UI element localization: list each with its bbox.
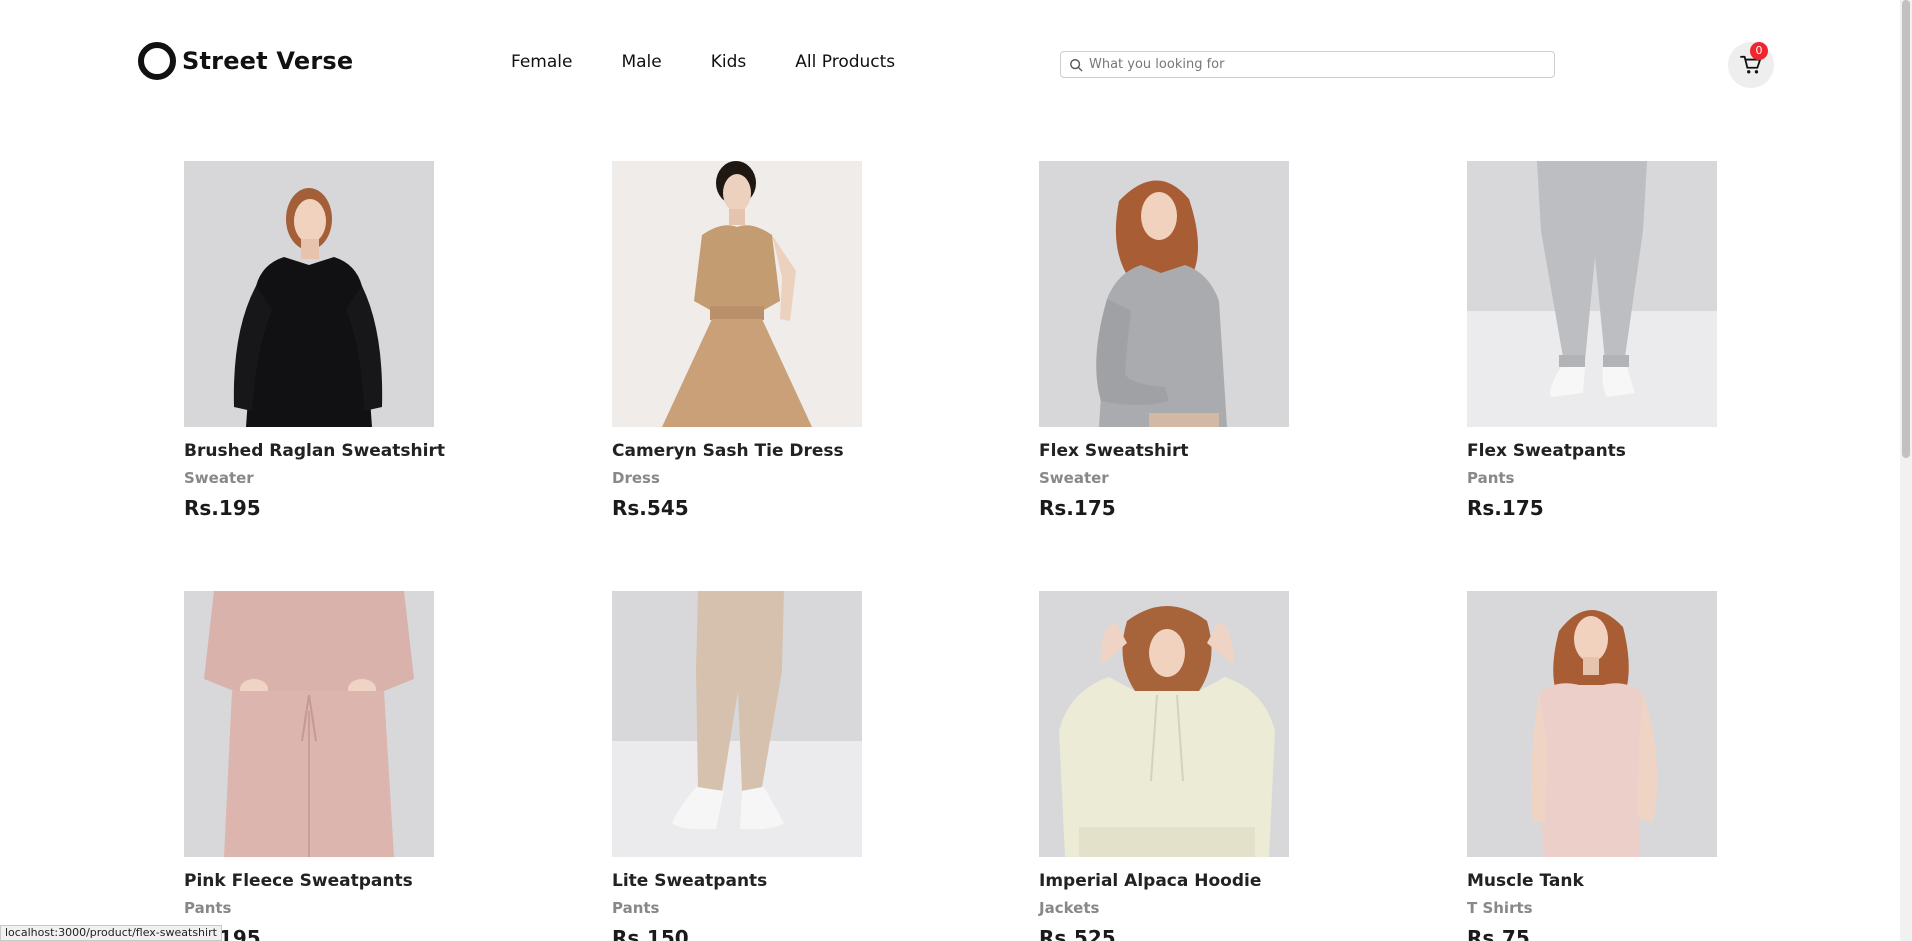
product-name[interactable]: Cameryn Sash Tie Dress [612, 441, 912, 461]
product-image[interactable] [1467, 591, 1717, 857]
site-header: Street Verse Female Male Kids All Produc… [0, 0, 1900, 130]
nav-all-products[interactable]: All Products [795, 52, 895, 72]
product-price: Rs.150 [612, 926, 689, 941]
product-category: Sweater [184, 469, 254, 487]
cart-count-badge: 0 [1750, 42, 1768, 60]
nav-female[interactable]: Female [511, 52, 572, 72]
brand-name: Street Verse [182, 47, 354, 75]
search-icon [1070, 58, 1083, 71]
product-image[interactable] [184, 161, 434, 427]
product-category: Sweater [1039, 469, 1109, 487]
product-image[interactable] [612, 591, 862, 857]
cart-button[interactable]: 0 [1728, 42, 1774, 88]
product-image[interactable] [184, 591, 434, 857]
page: Street Verse Female Male Kids All Produc… [0, 0, 1912, 941]
page-scrollbar[interactable] [1900, 0, 1912, 941]
pink-tank-image [1467, 591, 1717, 857]
product-image[interactable] [1039, 161, 1289, 427]
status-bar-url: localhost:3000/product/flex-sweatshirt [0, 925, 222, 941]
scrollbar-thumb[interactable] [1902, 0, 1910, 458]
product-image[interactable] [612, 161, 862, 427]
product-name[interactable]: Lite Sweatpants [612, 871, 912, 891]
product-card[interactable]: Brushed Raglan Sweatshirt Sweater Rs.195 [184, 161, 484, 520]
product-category: Pants [184, 899, 232, 917]
product-category: T Shirts [1467, 899, 1533, 917]
grey-sweatshirt-image [1039, 161, 1289, 427]
product-category: Jackets [1039, 899, 1100, 917]
product-category: Pants [612, 899, 660, 917]
brand-logo[interactable]: Street Verse [138, 42, 353, 80]
product-price: Rs.545 [612, 496, 689, 520]
product-price: Rs.175 [1039, 496, 1116, 520]
cream-hoodie-image [1039, 591, 1289, 857]
product-card[interactable]: Imperial Alpaca Hoodie Jackets Rs.525 [1039, 591, 1339, 941]
product-name[interactable]: Pink Fleece Sweatpants [184, 871, 484, 891]
product-card[interactable]: Muscle Tank T Shirts Rs.75 [1467, 591, 1767, 941]
grey-sweatpants-image [1467, 161, 1717, 427]
nav-kids[interactable]: Kids [711, 52, 747, 72]
product-price: Rs.195 [184, 496, 261, 520]
product-price: Rs.525 [1039, 926, 1116, 941]
product-image[interactable] [1467, 161, 1717, 427]
product-card[interactable]: Cameryn Sash Tie Dress Dress Rs.545 [612, 161, 912, 520]
product-name[interactable]: Flex Sweatpants [1467, 441, 1767, 461]
product-card[interactable]: Flex Sweatpants Pants Rs.175 [1467, 161, 1767, 520]
logo-ring-icon [138, 42, 176, 80]
main-nav: Female Male Kids All Products [511, 52, 944, 72]
product-price: Rs.175 [1467, 496, 1544, 520]
beige-sweatpants-image [612, 591, 862, 857]
product-card[interactable]: Lite Sweatpants Pants Rs.150 [612, 591, 912, 941]
pink-sweatpants-image [184, 591, 434, 857]
product-price: Rs.75 [1467, 926, 1530, 941]
search-input[interactable] [1089, 57, 1539, 72]
product-category: Dress [612, 469, 660, 487]
product-image[interactable] [1039, 591, 1289, 857]
product-name[interactable]: Brushed Raglan Sweatshirt [184, 441, 484, 461]
product-name[interactable]: Muscle Tank [1467, 871, 1767, 891]
product-card[interactable]: Flex Sweatshirt Sweater Rs.175 [1039, 161, 1339, 520]
product-category: Pants [1467, 469, 1515, 487]
nav-male[interactable]: Male [621, 52, 661, 72]
product-name[interactable]: Flex Sweatshirt [1039, 441, 1339, 461]
black-sweatshirt-image [184, 161, 434, 427]
beige-dress-image [612, 161, 862, 427]
product-card[interactable]: Pink Fleece Sweatpants Pants Rs.195 [184, 591, 484, 941]
product-price: Rs.195 [184, 926, 261, 941]
search-box[interactable] [1060, 51, 1555, 78]
product-name[interactable]: Imperial Alpaca Hoodie [1039, 871, 1339, 891]
